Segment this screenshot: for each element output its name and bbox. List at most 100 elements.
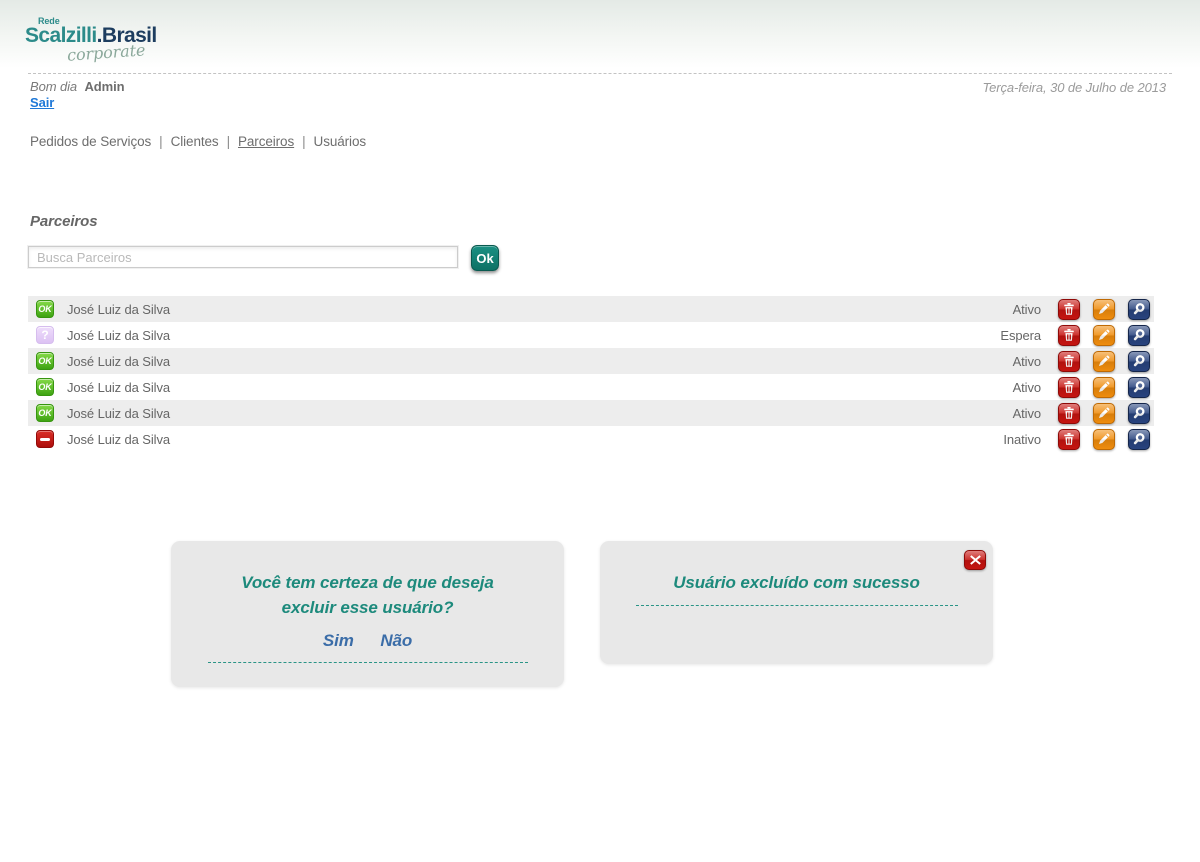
status-minus-icon [36, 430, 54, 448]
nav-item-clientes[interactable]: Clientes [171, 134, 219, 149]
magnifier-icon [1132, 380, 1146, 394]
yes-button[interactable]: Sim [323, 631, 354, 650]
greeting: Bom dia Admin [30, 79, 124, 94]
view-button[interactable] [1128, 299, 1150, 320]
nav-item-parceiros[interactable]: Parceiros [238, 134, 294, 149]
success-dialog-divider [636, 605, 958, 606]
search-input[interactable] [28, 246, 458, 268]
nav-separator: | [159, 134, 162, 149]
trash-icon [1062, 406, 1076, 420]
partner-name: José Luiz da Silva [67, 328, 1000, 343]
partner-name: José Luiz da Silva [67, 432, 1003, 447]
row-actions [1058, 377, 1150, 398]
status-ok-icon: OK [36, 352, 54, 370]
status-label: Espera [1000, 328, 1041, 343]
confirm-message-line1: Você tem certeza de que deseja [171, 570, 564, 595]
view-button[interactable] [1128, 325, 1150, 346]
magnifier-icon [1132, 328, 1146, 342]
status-label: Ativo [1013, 406, 1041, 421]
table-row: OK José Luiz da Silva Ativo [28, 296, 1154, 322]
magnifier-icon [1132, 354, 1146, 368]
pencil-icon [1097, 328, 1111, 342]
row-actions [1058, 325, 1150, 346]
nav-item-pedidos-de-servicos[interactable]: Pedidos de Serviços [30, 134, 151, 149]
table-row: OK José Luiz da Silva Ativo [28, 348, 1154, 374]
delete-button[interactable] [1058, 351, 1080, 372]
view-button[interactable] [1128, 429, 1150, 450]
partner-name: José Luiz da Silva [67, 354, 1013, 369]
main-nav: Pedidos de Serviços | Clientes | Parceiros | U… [30, 134, 366, 149]
magnifier-icon [1132, 432, 1146, 446]
close-x-icon [969, 554, 982, 566]
header-divider [28, 73, 1172, 74]
view-button[interactable] [1128, 377, 1150, 398]
table-row: José Luiz da Silva Inativo [28, 426, 1154, 452]
page: Rede Scalzilli.Brasil corporate Bom dia … [0, 0, 1200, 862]
partners-table: OK José Luiz da Silva Ativo [28, 296, 1154, 452]
no-button[interactable]: Não [380, 631, 412, 650]
edit-button[interactable] [1093, 299, 1115, 320]
confirm-delete-dialog: Você tem certeza de que deseja excluir e… [171, 541, 564, 687]
confirm-dialog-divider [208, 662, 528, 663]
current-date: Terça-feira, 30 de Julho de 2013 [982, 80, 1166, 95]
confirm-message: Você tem certeza de que deseja excluir e… [171, 570, 564, 620]
greeting-text: Bom dia [30, 79, 77, 94]
header-gradient-band [0, 0, 1200, 70]
edit-button[interactable] [1093, 377, 1115, 398]
nav-item-usuarios[interactable]: Usuários [314, 134, 366, 149]
partner-name: José Luiz da Silva [67, 302, 1013, 317]
pencil-icon [1097, 354, 1111, 368]
trash-icon [1062, 432, 1076, 446]
status-ok-icon: OK [36, 404, 54, 422]
brand-logo: Rede Scalzilli.Brasil corporate [25, 16, 175, 61]
page-title: Parceiros [30, 213, 97, 230]
edit-button[interactable] [1093, 403, 1115, 424]
status-label: Ativo [1013, 302, 1041, 317]
table-row: ? José Luiz da Silva Espera [28, 322, 1154, 348]
row-actions [1058, 299, 1150, 320]
trash-icon [1062, 380, 1076, 394]
logout-link[interactable]: Sair [30, 95, 54, 110]
status-ok-icon: OK [36, 300, 54, 318]
partner-name: José Luiz da Silva [67, 406, 1013, 421]
view-button[interactable] [1128, 351, 1150, 372]
edit-button[interactable] [1093, 325, 1115, 346]
status-label: Ativo [1013, 354, 1041, 369]
trash-icon [1062, 302, 1076, 316]
confirm-message-line2: excluir esse usuário? [171, 595, 564, 620]
partner-name: José Luiz da Silva [67, 380, 1013, 395]
username: Admin [85, 79, 125, 94]
nav-separator: | [227, 134, 230, 149]
pencil-icon [1097, 302, 1111, 316]
status-question-icon: ? [36, 326, 54, 344]
trash-icon [1062, 328, 1076, 342]
status-label: Inativo [1003, 432, 1041, 447]
trash-icon [1062, 354, 1076, 368]
magnifier-icon [1132, 302, 1146, 316]
pencil-icon [1097, 432, 1111, 446]
success-dialog: Usuário excluído com sucesso [600, 541, 993, 664]
delete-button[interactable] [1058, 429, 1080, 450]
delete-button[interactable] [1058, 325, 1080, 346]
delete-button[interactable] [1058, 377, 1080, 398]
magnifier-icon [1132, 406, 1146, 420]
success-message: Usuário excluído com sucesso [600, 570, 993, 595]
table-row: OK José Luiz da Silva Ativo [28, 400, 1154, 426]
delete-button[interactable] [1058, 403, 1080, 424]
nav-separator: | [302, 134, 305, 149]
delete-button[interactable] [1058, 299, 1080, 320]
status-ok-icon: OK [36, 378, 54, 396]
pencil-icon [1097, 406, 1111, 420]
edit-button[interactable] [1093, 429, 1115, 450]
table-row: OK José Luiz da Silva Ativo [28, 374, 1154, 400]
search-ok-button[interactable]: Ok [471, 245, 499, 271]
confirm-choices: Sim Não [171, 631, 564, 651]
view-button[interactable] [1128, 403, 1150, 424]
status-label: Ativo [1013, 380, 1041, 395]
row-actions [1058, 429, 1150, 450]
row-actions [1058, 403, 1150, 424]
row-actions [1058, 351, 1150, 372]
pencil-icon [1097, 380, 1111, 394]
edit-button[interactable] [1093, 351, 1115, 372]
close-button[interactable] [964, 550, 986, 570]
